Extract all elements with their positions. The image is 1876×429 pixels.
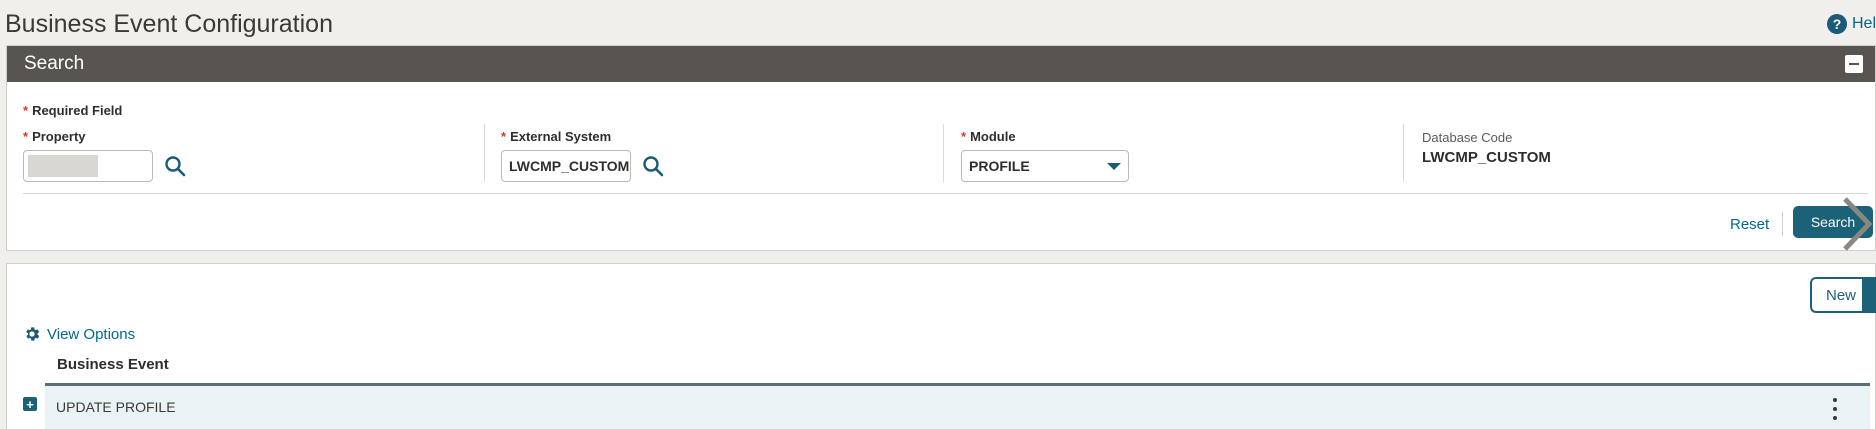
gear-icon — [26, 327, 40, 341]
required-field-note: * Required Field — [23, 103, 123, 118]
module-field: * Module PROFILE — [961, 129, 1129, 182]
property-value-masked — [28, 155, 98, 177]
button-separator — [1782, 212, 1783, 236]
external-system-input[interactable]: LWCMP_CUSTOM — [501, 150, 631, 182]
help-icon: ? — [1827, 14, 1847, 34]
view-options-label: View Options — [47, 325, 136, 343]
external-system-label: * External System — [501, 129, 612, 144]
external-system-search-icon[interactable] — [641, 154, 665, 178]
property-search-icon[interactable] — [163, 154, 187, 178]
module-label: * Module — [961, 129, 1016, 144]
divider-line — [23, 193, 1868, 194]
new-dropdown-button[interactable] — [1862, 277, 1876, 313]
help-label: Help — [1852, 15, 1876, 32]
module-select[interactable]: PROFILE — [961, 150, 1129, 182]
external-system-field: * External System LWCMP_CUSTOM — [501, 129, 665, 182]
chevron-right-icon[interactable] — [1838, 196, 1876, 252]
business-event-cell: UPDATE PROFILE — [56, 399, 176, 415]
required-star-icon: * — [23, 103, 29, 118]
search-panel-title: Search — [24, 53, 85, 74]
results-panel: New View Options Business Event + UPDATE… — [6, 263, 1876, 429]
search-panel-header: Search — [7, 46, 1875, 82]
property-input[interactable] — [23, 150, 153, 182]
database-code-value: LWCMP_CUSTOM — [1422, 149, 1551, 166]
module-select-value: PROFILE — [969, 158, 1030, 174]
field-divider — [943, 124, 944, 182]
row-actions-icon[interactable] — [1830, 398, 1840, 420]
database-code-field: Database Code LWCMP_CUSTOM — [1422, 130, 1551, 166]
property-label: * Property — [23, 129, 86, 144]
chevron-down-icon — [1107, 162, 1121, 170]
reset-button[interactable]: Reset — [1730, 216, 1769, 233]
help-link[interactable]: ? Help — [1827, 14, 1876, 34]
column-header-business-event[interactable]: Business Event — [57, 356, 169, 373]
expand-row-icon[interactable]: + — [23, 397, 37, 411]
property-field: * Property — [23, 129, 187, 182]
field-divider — [1403, 124, 1404, 182]
field-divider — [484, 124, 485, 182]
collapse-icon[interactable] — [1845, 55, 1863, 73]
view-options-link[interactable]: View Options — [23, 325, 135, 343]
table-row[interactable]: UPDATE PROFILE — [45, 386, 1870, 429]
database-code-label: Database Code — [1422, 130, 1513, 145]
search-panel: Search * Required Field * Property * Extern… — [6, 45, 1876, 251]
page-title: Business Event Configuration — [5, 10, 333, 38]
